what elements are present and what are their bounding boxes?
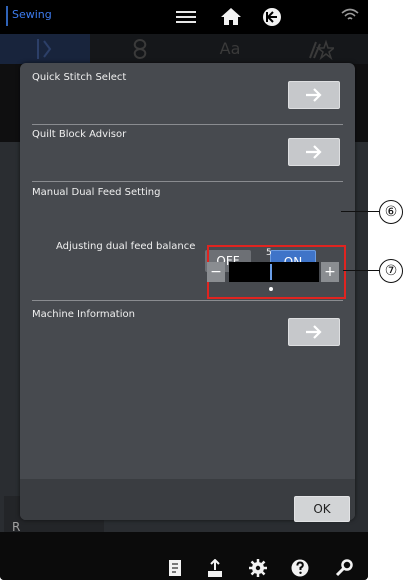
tab-favorites[interactable] bbox=[275, 34, 365, 64]
bottom-toolbar bbox=[0, 532, 368, 580]
help-icon[interactable] bbox=[291, 559, 309, 577]
dual-balance-plus-button[interactable]: + bbox=[321, 262, 339, 282]
callout-6: ⑥ bbox=[379, 200, 403, 224]
machine-info-label: Machine Information bbox=[32, 309, 135, 320]
divider bbox=[32, 300, 343, 301]
dual-balance-slider[interactable] bbox=[229, 262, 319, 282]
home-icon[interactable] bbox=[220, 6, 242, 26]
dual-balance-minus-button[interactable]: − bbox=[207, 262, 225, 282]
upload-icon[interactable] bbox=[207, 559, 223, 577]
dual-balance-indicator bbox=[270, 264, 272, 280]
dual-balance-center-dot bbox=[269, 287, 273, 291]
arrow-right-icon bbox=[306, 145, 322, 159]
settings-icon[interactable] bbox=[249, 559, 267, 577]
pattern-icon bbox=[133, 39, 147, 60]
tab-character[interactable]: Aa bbox=[185, 34, 275, 64]
callout-line-6 bbox=[341, 211, 379, 212]
divider bbox=[32, 181, 343, 182]
arrow-right-icon bbox=[306, 88, 322, 102]
dual-balance-value: 5 bbox=[266, 248, 272, 258]
wrench-icon[interactable] bbox=[335, 559, 353, 577]
quick-stitch-label: Quick Stitch Select bbox=[32, 72, 127, 83]
machine-info-button[interactable] bbox=[288, 318, 340, 346]
divider bbox=[32, 124, 343, 125]
quilt-block-button[interactable] bbox=[288, 138, 340, 166]
callout-line-7 bbox=[343, 270, 379, 271]
callout-7: ⑦ bbox=[379, 259, 403, 283]
quick-stitch-button[interactable] bbox=[288, 81, 340, 109]
app-title: Sewing bbox=[12, 8, 52, 21]
back-icon[interactable] bbox=[262, 7, 282, 27]
dual-feed-label: Manual Dual Feed Setting bbox=[32, 187, 161, 198]
menu-icon[interactable] bbox=[176, 8, 196, 26]
wifi-icon bbox=[341, 8, 359, 20]
accent-bar bbox=[6, 6, 8, 26]
ok-button[interactable]: OK bbox=[294, 496, 350, 522]
quilt-block-label: Quilt Block Advisor bbox=[32, 129, 127, 140]
stitch-tabs: Aa bbox=[0, 34, 368, 64]
stitch-favorite-icon bbox=[309, 39, 337, 61]
tab-decorative[interactable] bbox=[95, 34, 185, 64]
top-bar: Sewing bbox=[0, 0, 368, 34]
needle-icon bbox=[37, 39, 52, 59]
arrow-right-icon bbox=[306, 325, 322, 339]
tab-utility[interactable] bbox=[0, 34, 90, 64]
stitch-book-icon[interactable] bbox=[168, 559, 182, 577]
dual-balance-label: Adjusting dual feed balance bbox=[56, 241, 196, 252]
